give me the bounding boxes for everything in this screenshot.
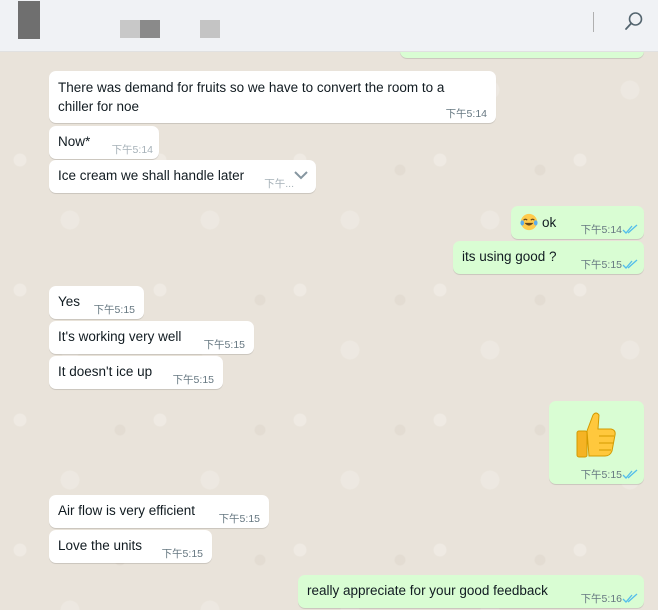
message-text: Air flow is very efficient [58,503,196,518]
message-text: Ice cream we shall handle later [58,168,245,183]
double-check-icon [622,593,638,603]
message-time: 下午5:15 [580,469,622,481]
message-time: 下午5:15 [172,374,214,386]
message-bubble-incoming[interactable]: Air flow is very efficient 下午5:15 [49,495,269,528]
message-text: really appreciate for your good feedback [307,583,548,598]
message-bubble-incoming[interactable]: Ice cream we shall handle later 下午... [49,160,316,193]
message-bubble-outgoing[interactable]: 下午5:15 [549,401,644,484]
message-time: 下午5:16 [580,593,622,605]
message-bubble-incoming[interactable]: Yes 下午5:15 [49,286,144,319]
message-text: ok [542,215,557,230]
message-time: 下午5:15 [93,304,135,316]
contact-name-redacted[interactable] [120,20,160,38]
message-bubble-incoming[interactable]: It's working very well 下午5:15 [49,321,254,354]
message-time: 下午5:14 [580,224,622,236]
double-check-icon [622,469,638,479]
double-check-icon [622,259,638,269]
chat-header [0,0,658,52]
message-text-line2: chiller for noe [58,99,140,114]
message-bubble-incoming[interactable]: There was demand for fruits so we have t… [49,71,496,123]
message-text: Yes [58,294,81,309]
message-bubble-incoming[interactable]: Love the units 下午5:15 [49,530,212,563]
message-time: 下午5:15 [218,513,260,525]
message-bubble-outgoing[interactable]: really appreciate for your good feedback… [298,575,644,608]
contact-status-redacted [200,20,220,38]
message-text: It doesn't ice up [58,364,153,379]
message-bubble-incoming[interactable]: It doesn't ice up 下午5:15 [49,356,223,389]
message-text: It's working very well [58,329,182,344]
double-check-icon [622,224,638,234]
message-text: Love the units [58,538,143,553]
message-time: 下午5:15 [580,259,622,271]
message-text: its using good ? [462,249,557,264]
thumbs-up-emoji [576,412,616,458]
message-time: 下午5:15 [161,548,203,560]
search-icon[interactable] [624,11,644,31]
message-time: 下午5:14 [445,108,487,120]
message-text: Now* [58,134,91,149]
message-content: ok [520,213,556,231]
chevron-down-icon[interactable] [292,168,310,182]
message-text-line1: There was demand for fruits so we have t… [58,80,445,95]
message-time: 下午5:14 [111,144,153,156]
avatar[interactable] [18,1,40,39]
header-divider [593,12,594,32]
message-time: 下午... [264,178,294,190]
message-bubble-outgoing[interactable]: ok 下午5:14 [511,206,644,239]
message-time: 下午5:15 [203,339,245,351]
message-bubble-outgoing[interactable]: its using good ? 下午5:15 [453,241,644,274]
message-bubble-incoming[interactable]: Now* 下午5:14 [49,126,159,159]
laughing-tears-emoji [520,213,538,231]
